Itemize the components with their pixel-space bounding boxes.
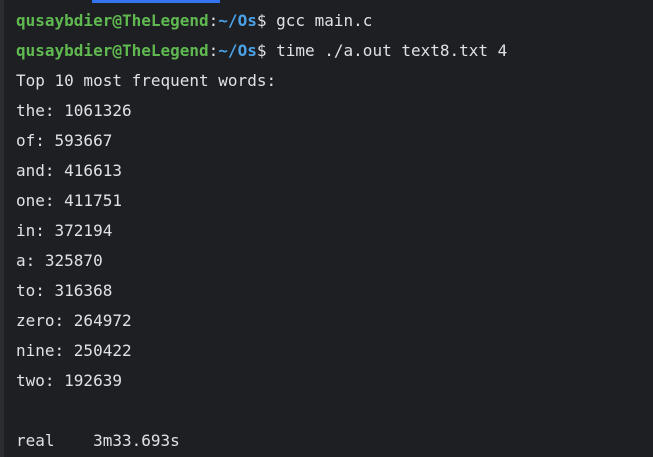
prompt-symbol: $ [256, 11, 267, 30]
prompt-path: ~/Os [218, 11, 257, 30]
terminal-window[interactable]: qusaybdier@TheLegend:~/Os$ gcc main.c qu… [0, 0, 653, 457]
active-tab-indicator [92, 0, 220, 3]
prompt-user-host: qusaybdier@TheLegend [16, 41, 209, 60]
output-word-line: and: 416613 [16, 161, 122, 180]
output-word-line: a: 325870 [16, 251, 103, 270]
output-word-line: one: 411751 [16, 191, 122, 210]
command-text: time ./a.out text8.txt 4 [276, 41, 508, 60]
output-header: Top 10 most frequent words: [16, 71, 277, 90]
output-word-line: to: 316368 [16, 281, 113, 300]
prompt-symbol: $ [256, 41, 267, 60]
prompt-colon: : [208, 41, 219, 60]
output-word-line: nine: 250422 [16, 341, 132, 360]
prompt-user-host: qusaybdier@TheLegend [16, 11, 209, 30]
timing-real-line: real 3m33.693s [16, 431, 180, 450]
command-text: gcc main.c [276, 11, 373, 30]
output-word-line: zero: 264972 [16, 311, 132, 330]
command-line-2: qusaybdier@TheLegend:~/Os$ time ./a.out … [16, 36, 653, 66]
output-word-line: in: 372194 [16, 221, 113, 240]
output-word-line: two: 192639 [16, 371, 122, 390]
terminal-left-border [0, 0, 4, 457]
output-word-line: of: 593667 [16, 131, 113, 150]
output-word-line: the: 1061326 [16, 101, 132, 120]
command-line-1: qusaybdier@TheLegend:~/Os$ gcc main.c [16, 6, 653, 36]
terminal-output: qusaybdier@TheLegend:~/Os$ gcc main.c qu… [16, 6, 653, 456]
prompt-colon: : [208, 11, 219, 30]
prompt-path: ~/Os [218, 41, 257, 60]
